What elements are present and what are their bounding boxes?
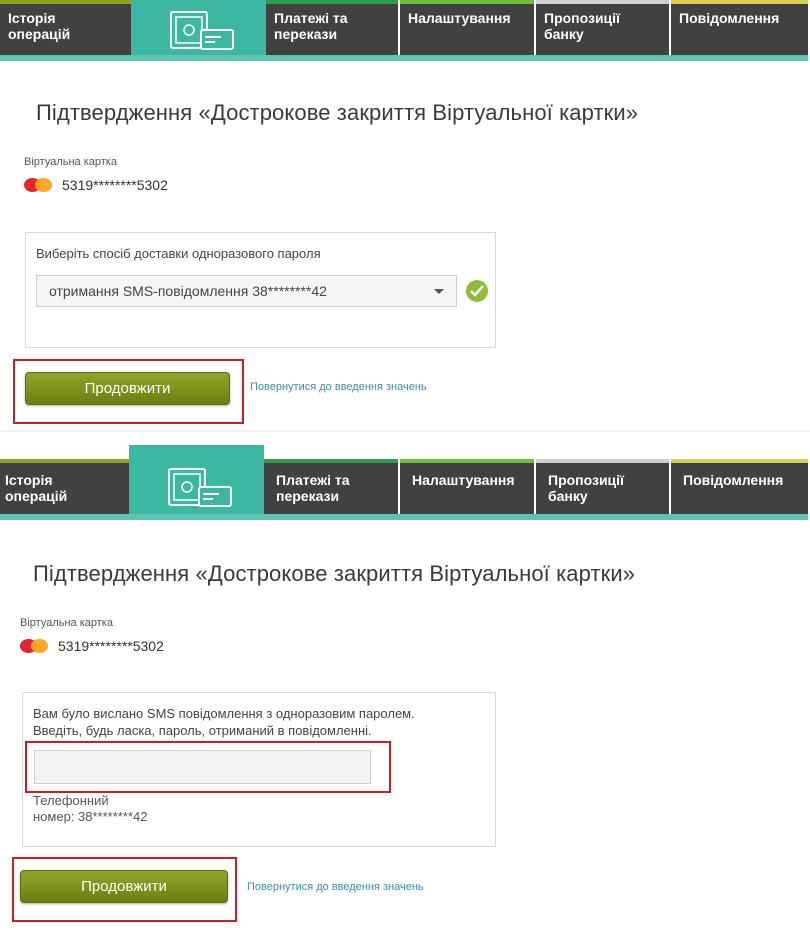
top-navigation: Історія операцій Платежі та перекази Нал… — [0, 445, 808, 514]
safe-and-card-icon — [168, 468, 232, 507]
card-label: Віртуальна картка — [20, 617, 113, 629]
checkmark-icon — [466, 280, 488, 302]
nav-item-settings[interactable]: Налаштування — [400, 459, 534, 514]
phone-number-note: Телефонний номер: 38********42 — [33, 793, 148, 824]
nav-item-payments[interactable]: Платежі та перекази — [266, 0, 398, 55]
nav-item-history[interactable]: Історія операцій — [0, 459, 129, 514]
card-number: 5319********5302 — [62, 177, 168, 193]
nav-item-cards-active[interactable] — [129, 445, 264, 514]
nav-item-label: Повідомлення — [683, 472, 784, 488]
safe-and-card-icon — [170, 11, 234, 50]
page-title: Підтвердження «Дострокове закриття Вірту… — [36, 100, 639, 125]
nav-underline — [0, 55, 808, 61]
chevron-down-icon — [434, 289, 444, 294]
continue-button[interactable]: Продовжити — [25, 372, 230, 405]
nav-item-cards-active[interactable] — [131, 0, 266, 55]
card-info: 5319********5302 — [20, 638, 164, 654]
page-title: Підтвердження «Дострокове закриття Вірту… — [33, 561, 636, 586]
nav-item-messages[interactable]: Повідомлення — [671, 459, 808, 514]
nav-item-label: Платежі та перекази — [274, 10, 348, 42]
nav-item-label: Історія операцій — [8, 10, 71, 42]
highlight-frame — [25, 741, 391, 793]
nav-item-messages[interactable]: Повідомлення — [671, 0, 808, 55]
delivery-method-panel: Виберіть спосіб доставки одноразового па… — [25, 232, 496, 348]
nav-underline — [0, 514, 808, 520]
enter-password-message: Введіть, будь ласка, пароль, отриманий в… — [33, 723, 372, 738]
nav-item-label: Повідомлення — [679, 10, 780, 26]
delivery-method-select[interactable]: отримання SMS-повідомлення 38********42 — [36, 275, 457, 307]
nav-item-payments[interactable]: Платежі та перекази — [264, 459, 398, 514]
mastercard-icon — [24, 177, 52, 193]
continue-button[interactable]: Продовжити — [20, 870, 228, 903]
nav-item-bank-offers[interactable]: Пропозиції банку — [536, 459, 669, 514]
sms-sent-message: Вам було вислано SMS повідомлення з одно… — [33, 706, 415, 721]
nav-item-label: Платежі та перекази — [276, 472, 350, 504]
nav-item-label: Історія операцій — [5, 472, 68, 504]
nav-item-label: Пропозиції банку — [548, 472, 624, 504]
top-navigation: Історія операцій Платежі та перекази Нал… — [0, 0, 808, 55]
screen-delivery-method: Історія операцій Платежі та перекази Нал… — [0, 0, 810, 430]
nav-item-label: Пропозиції банку — [544, 10, 620, 42]
nav-item-label: Налаштування — [408, 10, 511, 26]
nav-item-label: Налаштування — [412, 472, 515, 488]
delivery-method-label: Виберіть спосіб доставки одноразового па… — [36, 246, 321, 261]
back-to-input-link[interactable]: Повернутися до введення значень — [247, 881, 424, 893]
mastercard-icon — [20, 638, 48, 654]
card-info: 5319********5302 — [24, 177, 168, 193]
delivery-method-value: отримання SMS-повідомлення 38********42 — [49, 283, 327, 299]
card-number: 5319********5302 — [58, 638, 164, 654]
nav-item-settings[interactable]: Налаштування — [400, 0, 534, 55]
nav-item-history[interactable]: Історія операцій — [0, 0, 131, 55]
card-label: Віртуальна картка — [24, 156, 117, 168]
nav-item-bank-offers[interactable]: Пропозиції банку — [536, 0, 669, 55]
back-to-input-link[interactable]: Повернутися до введення значень — [250, 381, 427, 393]
screen-sms-password: Історія операцій Платежі та перекази Нал… — [0, 432, 810, 930]
